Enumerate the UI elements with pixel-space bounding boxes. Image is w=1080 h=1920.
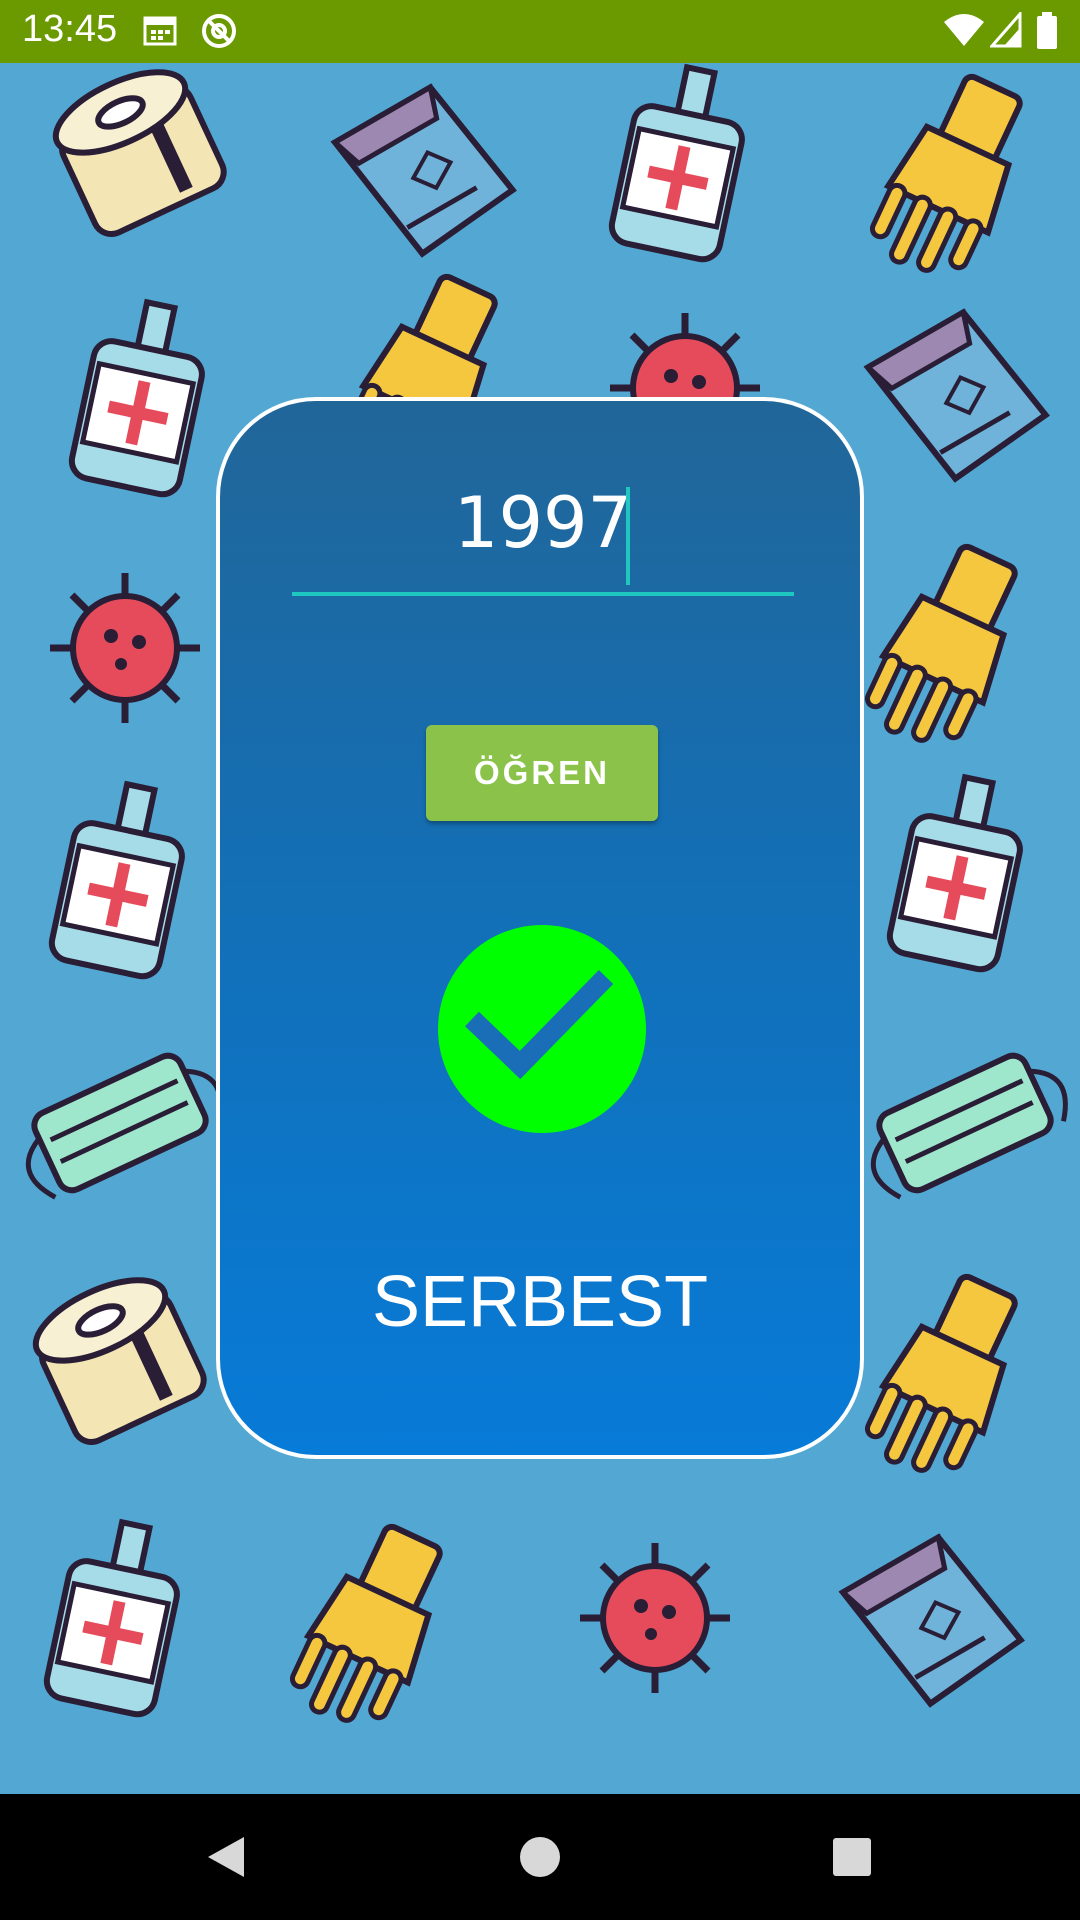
at-sign-icon — [202, 14, 236, 48]
navigation-bar — [0, 1794, 1080, 1920]
status-text: SERBEST — [371, 1262, 709, 1342]
text-caret — [626, 487, 630, 585]
home-icon[interactable] — [510, 1794, 570, 1920]
wifi-icon — [944, 14, 984, 46]
check-circle-icon — [438, 925, 646, 1133]
battery-icon — [1037, 12, 1057, 49]
back-icon[interactable] — [196, 1794, 256, 1920]
status-time: 13:45 — [22, 8, 118, 50]
main-card: ÖĞREN SERBEST — [216, 397, 864, 1459]
year-input[interactable] — [292, 487, 794, 559]
calendar-icon — [143, 16, 177, 46]
learn-button[interactable]: ÖĞREN — [426, 725, 658, 821]
input-underline — [292, 592, 794, 596]
status-bar: 13:45 — [0, 0, 1080, 63]
recents-icon[interactable] — [822, 1794, 882, 1920]
signal-icon — [990, 12, 1022, 48]
